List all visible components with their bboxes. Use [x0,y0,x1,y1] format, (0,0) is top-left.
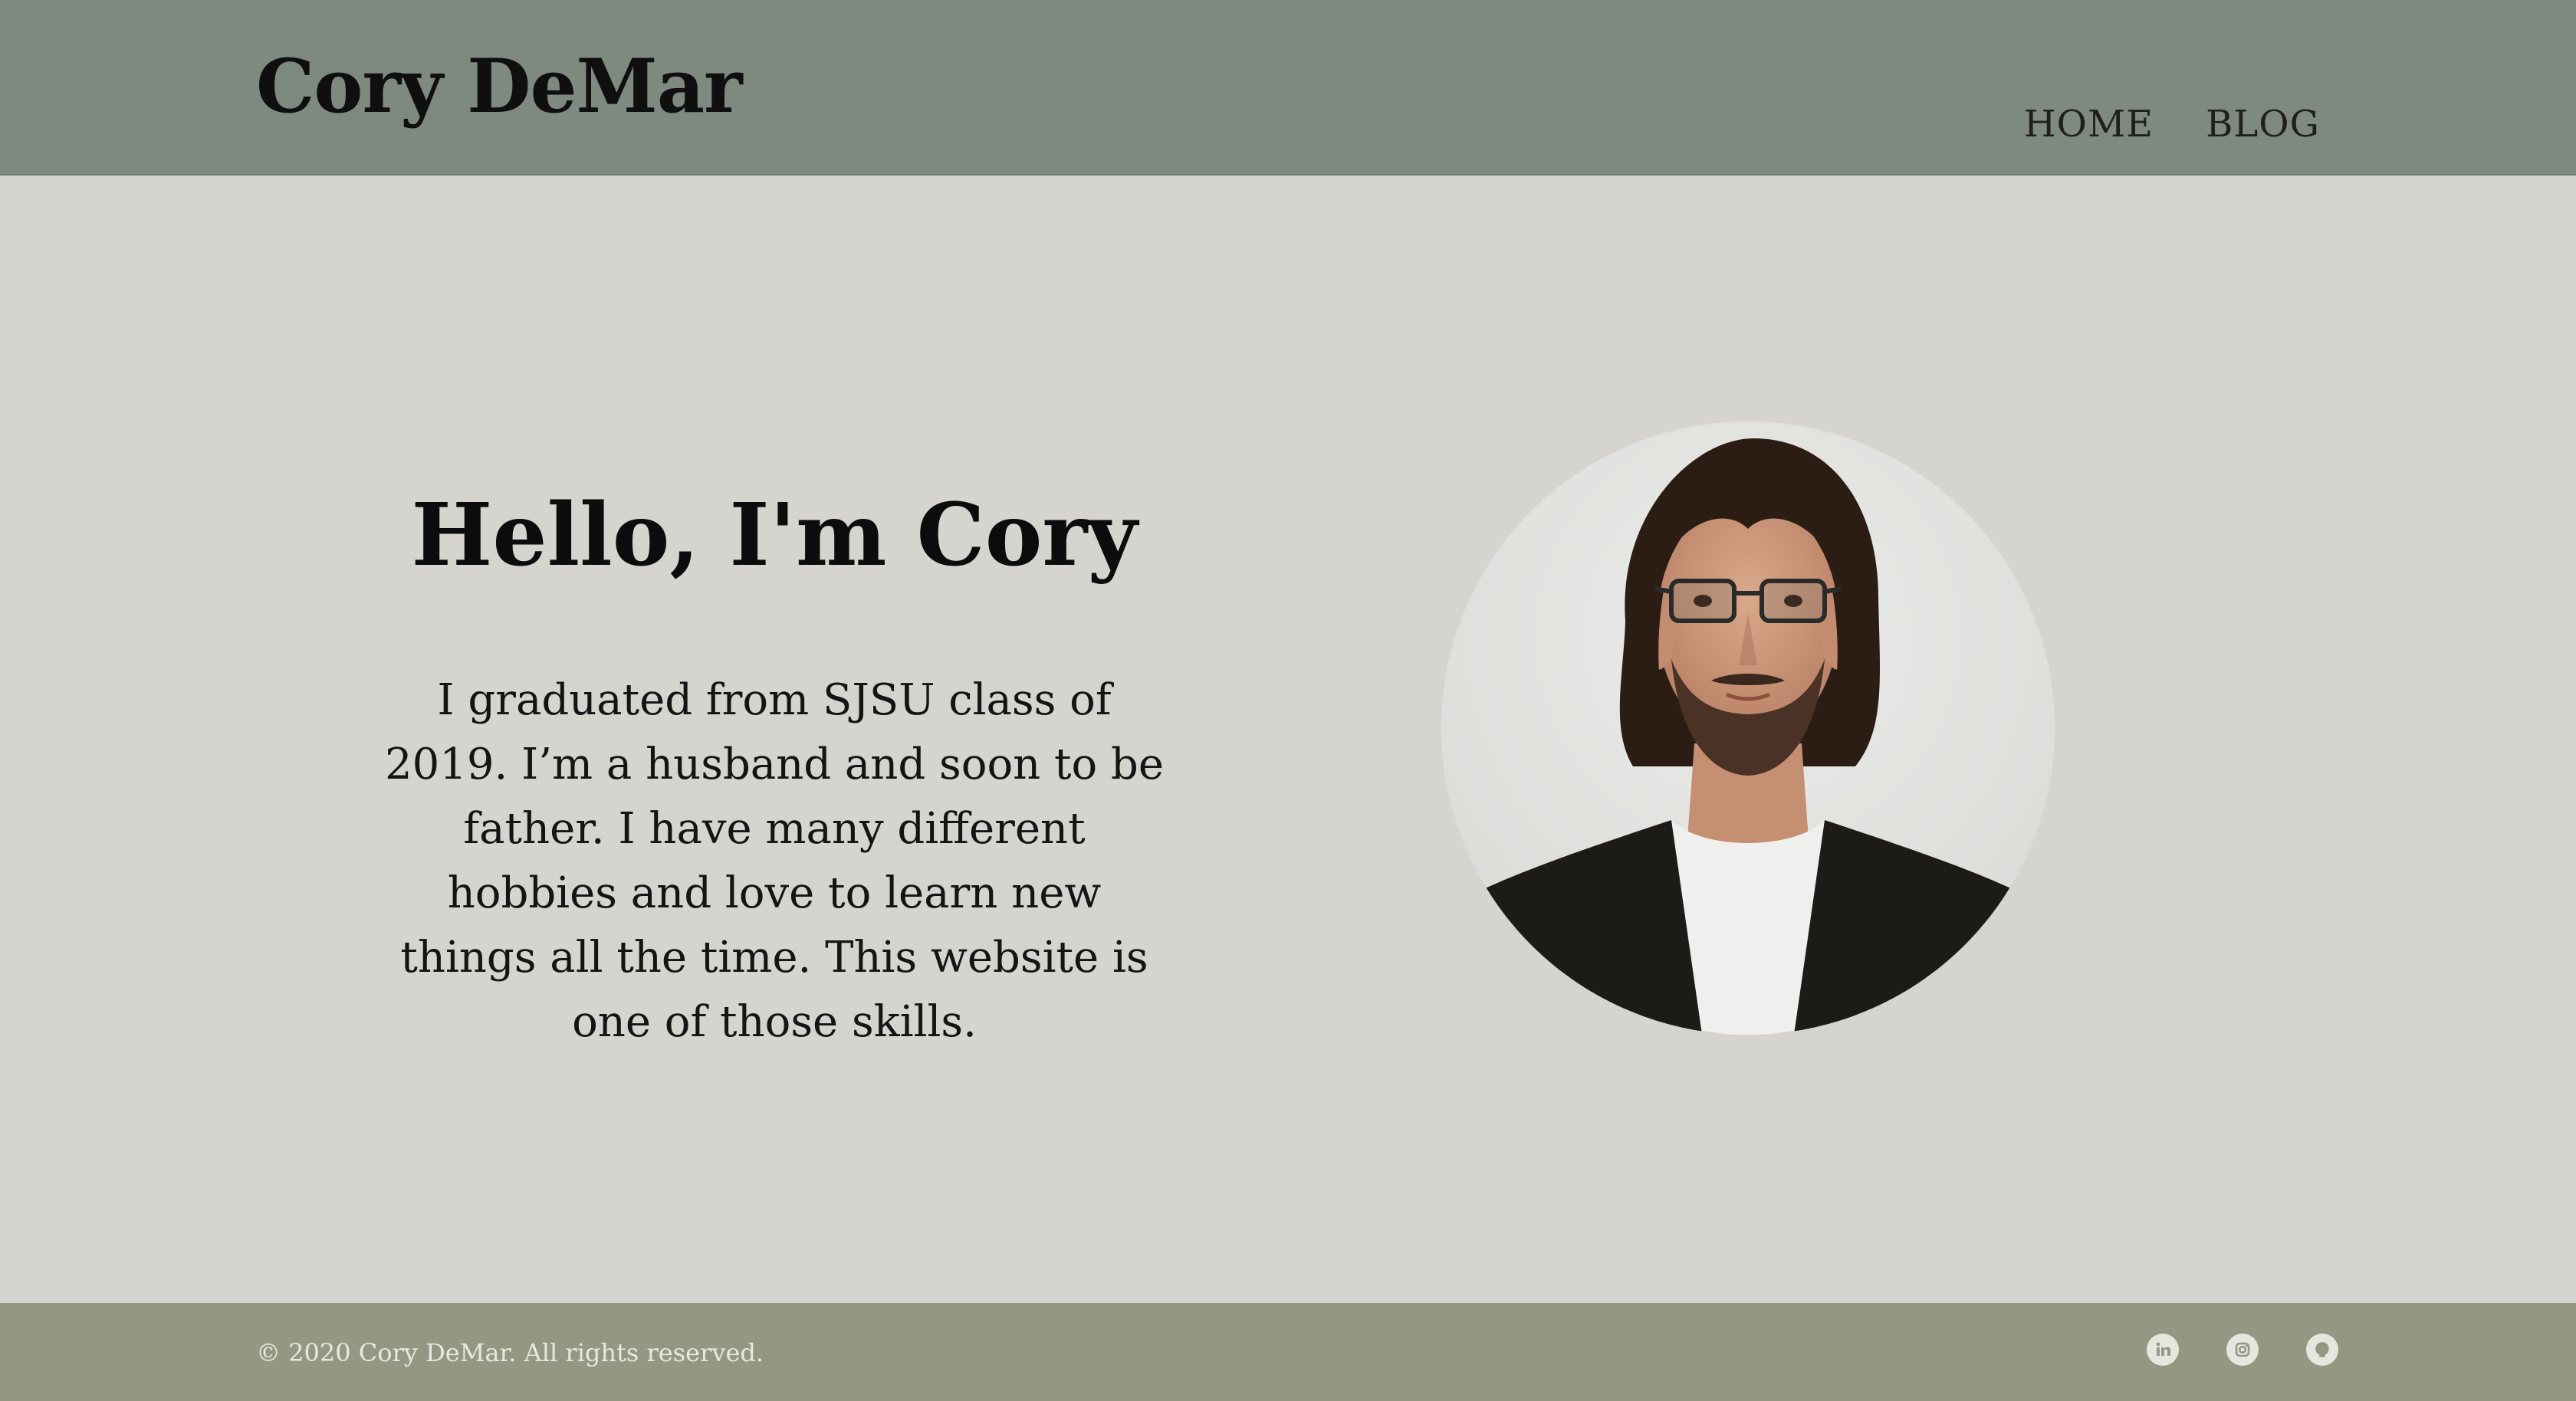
github-icon [2315,1342,2329,1357]
instagram-link[interactable] [2226,1334,2259,1366]
nav-blog-link[interactable]: BLOG [2206,106,2320,143]
github-link[interactable] [2306,1334,2338,1366]
site-brand-link[interactable]: Cory DeMar [256,46,743,127]
page: Cory DeMar HOME BLOG Hello, I'm Cory I g… [0,0,2576,1401]
hero-title: Hello, I'm Cory [411,485,1138,586]
linkedin-link[interactable] [2147,1334,2179,1366]
nav-home-link[interactable]: HOME [2024,106,2154,143]
social-links [2147,1334,2338,1366]
site-header: Cory DeMar HOME BLOG [0,0,2576,176]
copyright-text: © 2020 Cory DeMar. All rights reserved. [256,1338,764,1367]
main-nav: HOME BLOG [2024,106,2320,143]
portrait-photo [1441,422,2055,1035]
linkedin-icon [2156,1342,2170,1356]
hero-description: I graduated from SJSU class of 2019. I’m… [384,675,1165,1047]
site-footer: © 2020 Cory DeMar. All rights reserved. [0,1303,2576,1401]
instagram-icon [2235,1342,2250,1357]
